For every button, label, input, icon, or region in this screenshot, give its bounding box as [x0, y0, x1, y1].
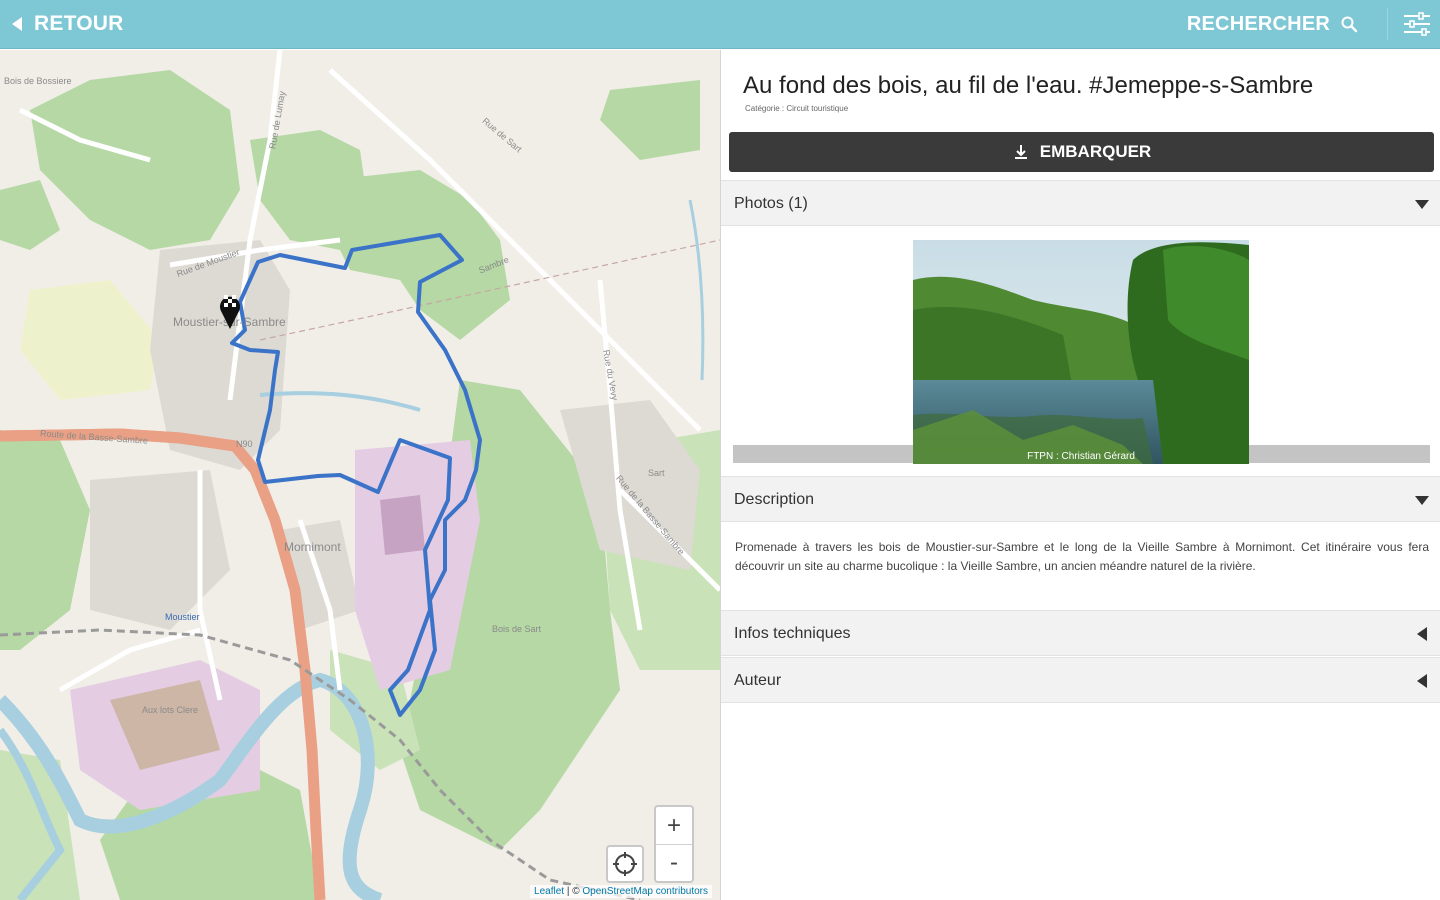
locate-crosshair-icon: [613, 852, 637, 876]
map-label-bois-de-sart: Bois de Sart: [492, 624, 542, 634]
search-icon: [1341, 16, 1358, 33]
embark-label: EMBARQUER: [1039, 142, 1152, 161]
back-button[interactable]: RETOUR: [10, 10, 124, 38]
section-photos-header[interactable]: Photos (1): [721, 180, 1440, 226]
section-infos-label: Infos techniques: [734, 625, 851, 642]
route-title: Au fond des bois, au fil de l'eau. #Jeme…: [743, 72, 1314, 99]
topbar-divider: [1387, 8, 1388, 40]
start-marker-icon[interactable]: [217, 291, 243, 331]
caret-left-icon: [1417, 674, 1427, 688]
attribution-separator: | ©: [564, 886, 583, 897]
zoom-in-button[interactable]: +: [656, 807, 692, 844]
zoom-out-button[interactable]: -: [656, 844, 692, 881]
map-label-n90: N90: [236, 439, 253, 449]
back-label: RETOUR: [34, 12, 124, 35]
map-label-mornimont: Mornimont: [284, 540, 341, 554]
top-bar: RETOUR RECHERCHER: [0, 0, 1440, 49]
caret-down-icon: [1415, 200, 1429, 209]
locate-button[interactable]: [606, 845, 644, 883]
map-tiles: [0, 50, 720, 900]
caret-left-icon: [1417, 627, 1427, 641]
search-label: RECHERCHER: [1186, 12, 1330, 35]
map-view[interactable]: Moustier-sur-Sambre Mornimont Moustier B…: [0, 50, 720, 900]
section-description-label: Description: [734, 491, 815, 508]
osm-link[interactable]: OpenStreetMap contributors: [582, 886, 708, 897]
caret-down-icon: [1415, 496, 1429, 505]
embark-button[interactable]: EMBARQUER: [729, 132, 1434, 172]
photo-credit: FTPN : Christian Gérard: [1027, 451, 1135, 462]
route-category: Catégorie : Circuit touristique: [745, 104, 849, 113]
leaflet-link[interactable]: Leaflet: [534, 886, 564, 897]
route-photo[interactable]: FTPN : Christian Gérard: [913, 240, 1249, 464]
map-label-sart: Sart: [648, 468, 665, 478]
map-label-aux-lots: Aux lots Clere: [142, 705, 199, 715]
detail-panel: Au fond des bois, au fil de l'eau. #Jeme…: [720, 50, 1440, 900]
back-arrow-icon: [12, 17, 22, 31]
map-attribution: Leaflet | © OpenStreetMap contributors: [530, 885, 712, 898]
map-label-bois-de-bossiere: Bois de Bossiere: [4, 76, 72, 86]
route-photo-image: [913, 240, 1249, 464]
description-text: Promenade à travers les bois de Moustier…: [735, 540, 1429, 573]
section-auteur-header[interactable]: Auteur: [721, 657, 1440, 703]
map-label-station: Moustier: [165, 612, 200, 622]
section-description-header[interactable]: Description: [721, 476, 1440, 522]
section-photos-label: Photos (1): [734, 195, 808, 212]
section-infos-header[interactable]: Infos techniques: [721, 610, 1440, 656]
download-icon: [1014, 145, 1027, 159]
section-auteur-label: Auteur: [734, 672, 782, 689]
zoom-control: + -: [654, 805, 694, 883]
filter-settings-icon[interactable]: [1402, 10, 1432, 38]
search-button[interactable]: RECHERCHER: [1187, 10, 1358, 38]
